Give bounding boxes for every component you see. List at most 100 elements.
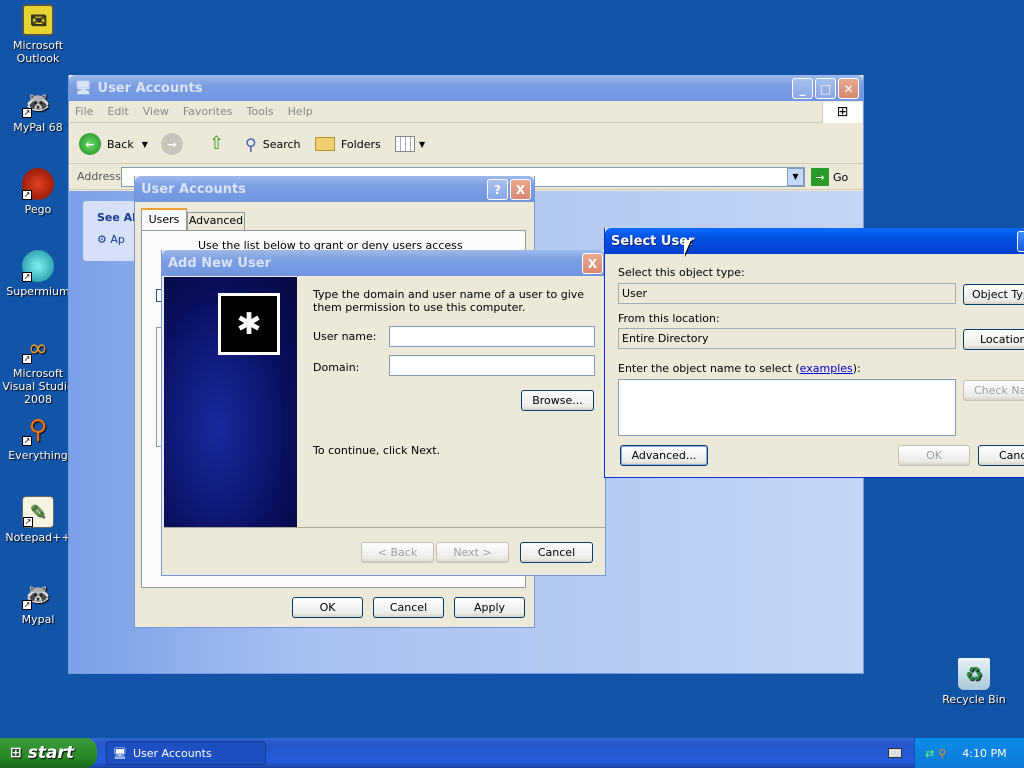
next-button[interactable]: Next > xyxy=(436,542,509,563)
locations-button[interactable]: Locations xyxy=(963,329,1024,350)
advanced-button[interactable]: Advanced... xyxy=(620,445,708,466)
settings-icon: ⚙ xyxy=(97,233,107,246)
object-name-input[interactable] xyxy=(618,379,956,436)
desktop-icon-label: MyPal 68 xyxy=(13,121,63,134)
desktop-icon-mypal-68[interactable]: 🦝 ↗ MyPal 68 xyxy=(0,86,76,135)
select-user-dialog[interactable]: Select User Select this object type: Use… xyxy=(604,228,1024,478)
select-user-titlebar[interactable]: Select User xyxy=(605,228,1024,254)
menu-edit[interactable]: Edit xyxy=(107,105,128,118)
cancel-button[interactable]: Cancel xyxy=(373,597,444,618)
folder-icon xyxy=(315,137,335,151)
start-button[interactable]: ⊞ start xyxy=(0,738,97,768)
see-also-link[interactable]: ⚙ Ap xyxy=(97,233,125,246)
windows-logo-icon: ⊞ xyxy=(822,102,862,123)
minimize-button[interactable]: _ xyxy=(792,78,813,99)
menu-tools[interactable]: Tools xyxy=(247,105,274,118)
domain-label: Domain: xyxy=(313,361,360,374)
everything-icon: ⚲ ↗ xyxy=(22,414,48,446)
chevron-down-icon: ▼ xyxy=(141,139,148,149)
desktop-icon-supermium[interactable]: ↗ Supermium xyxy=(0,250,76,298)
key-icon: ✱ xyxy=(218,293,280,355)
enter-object-label: Enter the object name to select (example… xyxy=(618,362,861,375)
maximize-button[interactable]: □ xyxy=(815,78,836,99)
keyboard-icon[interactable] xyxy=(888,748,902,758)
network-icon[interactable]: ⇄ xyxy=(925,747,934,760)
folders-button[interactable]: Folders xyxy=(315,133,381,155)
taskbar-item-user-accounts[interactable]: 🖥 User Accounts xyxy=(106,741,266,765)
desktop-icon-label: Everything xyxy=(8,449,68,462)
examples-link[interactable]: examples xyxy=(800,362,853,375)
object-type-field: User xyxy=(618,283,956,304)
user-accounts-titlebar[interactable]: User Accounts xyxy=(135,176,534,202)
forward-button[interactable]: → xyxy=(161,133,183,155)
menu-view[interactable]: View xyxy=(143,105,169,118)
control-panel-icon: 🖥 xyxy=(113,746,127,760)
help-button[interactable] xyxy=(1017,231,1024,252)
check-names-button[interactable]: Check Na xyxy=(963,380,1024,401)
address-dropdown-button[interactable]: ▼ xyxy=(787,168,804,186)
menu-favorites[interactable]: Favorites xyxy=(183,105,233,118)
divider xyxy=(164,527,605,528)
apply-button[interactable]: Apply xyxy=(454,597,525,618)
views-grid-icon xyxy=(395,136,415,152)
search-icon[interactable]: ⚲ xyxy=(938,747,946,760)
desktop-icon-visual-studio[interactable]: ∞ ↗ Microsoft Visual Studio 2008 xyxy=(0,332,76,407)
continue-text: To continue, click Next. xyxy=(313,444,441,457)
browse-button[interactable]: Browse... xyxy=(521,390,594,411)
desktop-icon-label: Recycle Bin xyxy=(942,693,1006,706)
go-label: Go xyxy=(833,170,849,184)
explorer-titlebar[interactable]: 🖥 User Accounts xyxy=(69,75,863,101)
back-button[interactable]: < Back xyxy=(361,542,434,563)
up-folder-icon[interactable]: ⇧ xyxy=(209,133,231,155)
mypal-icon: 🦝 ↗ xyxy=(22,581,51,610)
desktop-icon-outlook[interactable]: ✉ Microsoft Outlook xyxy=(0,4,76,65)
help-button[interactable]: ? xyxy=(487,179,508,200)
back-button[interactable]: ← Back ▼ xyxy=(79,133,148,155)
see-also-title: See Al xyxy=(97,211,136,224)
search-button[interactable]: ⚲ Search xyxy=(245,133,301,155)
desktop-icon-recycle-bin[interactable]: ♻ Recycle Bin xyxy=(936,658,1012,706)
close-button[interactable]: X xyxy=(510,179,531,200)
menu-bar: File Edit View Favorites Tools Help xyxy=(69,101,863,123)
folders-label: Folders xyxy=(341,137,381,151)
desktop-icon-everything[interactable]: ⚲ ↗ Everything xyxy=(0,414,76,463)
menu-help[interactable]: Help xyxy=(288,105,313,118)
username-input[interactable] xyxy=(389,326,595,347)
desktop-icon-mypal[interactable]: 🦝 ↗ Mypal xyxy=(0,578,76,627)
location-field: Entire Directory xyxy=(618,328,956,349)
outlook-icon: ✉ xyxy=(22,4,54,36)
desktop-icon-pego[interactable]: ↗ Pego xyxy=(0,168,76,216)
object-types-button[interactable]: Object Typ xyxy=(963,284,1024,305)
cancel-button[interactable]: Canc xyxy=(978,445,1024,466)
explorer-title: User Accounts xyxy=(97,80,203,96)
tab-users[interactable]: Users xyxy=(141,208,187,230)
views-button[interactable]: ▼ xyxy=(395,135,429,153)
tab-advanced[interactable]: Advanced xyxy=(187,212,245,230)
taskbar: ⊞ start 🖥 User Accounts ⇄ ⚲ 4:10 PM xyxy=(0,738,1024,768)
search-icon: ⚲ xyxy=(245,134,257,154)
close-button[interactable]: ✕ xyxy=(838,78,859,99)
go-button[interactable]: → Go xyxy=(811,168,848,186)
desktop-icon-label: Microsoft Visual Studio 2008 xyxy=(2,367,74,406)
username-label: User name: xyxy=(313,330,377,343)
search-label: Search xyxy=(262,137,301,151)
add-new-user-titlebar[interactable]: Add New User xyxy=(162,250,605,276)
close-button[interactable]: X xyxy=(582,253,603,274)
desktop-icon-notepad-plus-plus[interactable]: ✎ ↗ Notepad++ xyxy=(0,496,76,544)
location-label: From this location: xyxy=(618,312,720,325)
pego-icon: ↗ xyxy=(22,168,54,200)
add-new-user-dialog[interactable]: Add New User X ✱ Type the domain and use… xyxy=(161,250,606,576)
wizard-banner: ✱ xyxy=(164,277,297,527)
ok-button[interactable]: OK xyxy=(292,597,363,618)
object-type-label: Select this object type: xyxy=(618,266,745,279)
select-user-title: Select User xyxy=(611,233,695,249)
user-accounts-title: User Accounts xyxy=(141,181,246,197)
ok-button[interactable]: OK xyxy=(898,445,970,466)
system-tray: ⇄ ⚲ 4:10 PM xyxy=(914,738,1024,768)
clock: 4:10 PM xyxy=(962,746,1007,760)
desktop-icon-label: Pego xyxy=(24,203,52,216)
cancel-button[interactable]: Cancel xyxy=(520,542,593,563)
menu-file[interactable]: File xyxy=(75,105,93,118)
domain-input[interactable] xyxy=(389,355,595,376)
toolbar: ← Back ▼ → ⇧ ⚲ Search Folders ▼ xyxy=(69,124,863,164)
